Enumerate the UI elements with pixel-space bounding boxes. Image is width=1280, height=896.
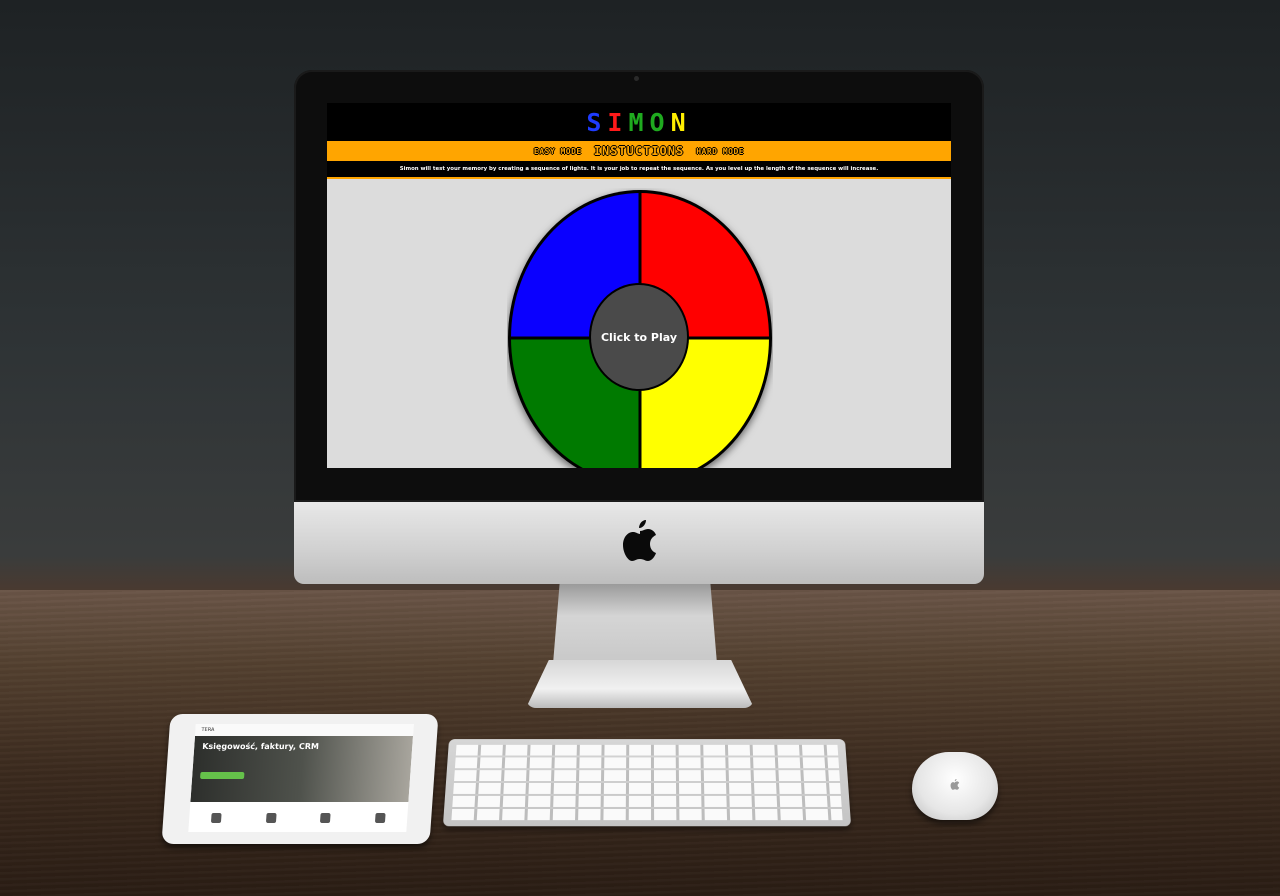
mode-nav: EASY MODE INSTUCTIONS HARD MODE: [327, 141, 951, 161]
hard-mode-button[interactable]: HARD MODE: [696, 147, 744, 156]
ipad-site-brand: TERA: [201, 727, 215, 733]
simon-board: Click to Play: [507, 188, 773, 468]
title-letter-o: O: [649, 107, 671, 137]
keyboard-keys: [451, 744, 843, 821]
ipad-hero: Księgowość, faktury, CRM: [190, 736, 414, 802]
feature-icon: [265, 813, 277, 823]
play-button[interactable]: Click to Play: [591, 285, 687, 389]
feature-icon: [211, 813, 222, 823]
camera-icon: [634, 76, 639, 81]
title-letter-i: I: [607, 107, 629, 137]
apple-logo-icon: [950, 779, 960, 790]
imac-stand-base: [526, 660, 754, 708]
ipad-feature-icons: [188, 804, 408, 832]
title-letter-s: S: [586, 107, 608, 137]
magic-mouse: [912, 752, 998, 820]
instructions-tab[interactable]: INSTUCTIONS: [594, 144, 684, 158]
ipad-screen: TERA Księgowość, faktury, CRM: [188, 724, 414, 832]
easy-mode-button[interactable]: EASY MODE: [534, 147, 582, 156]
ipad-device: TERA Księgowość, faktury, CRM: [161, 714, 439, 844]
title-letter-n: N: [670, 107, 692, 137]
imac-stand-neck: [553, 584, 717, 664]
ipad-cta-button: [200, 772, 245, 779]
ipad-headline: Księgowość, faktury, CRM: [201, 742, 320, 751]
instructions-text: Simon will test your memory by creating …: [327, 161, 951, 179]
title-letter-m: M: [628, 107, 650, 137]
apple-logo-icon: [623, 520, 656, 561]
game-header: SIMON: [327, 103, 951, 141]
imac-screen: SIMON EASY MODE INSTUCTIONS HARD MODE Si…: [327, 103, 951, 468]
keyboard: [442, 739, 852, 827]
feature-icon: [374, 813, 386, 823]
game-title: SIMON: [586, 110, 691, 135]
feature-icon: [320, 813, 331, 823]
